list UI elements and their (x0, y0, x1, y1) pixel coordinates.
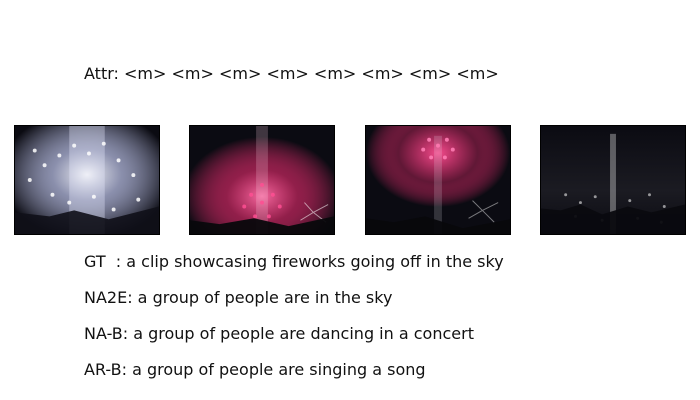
video-frame-3 (365, 125, 511, 235)
video-frame-1 (14, 125, 160, 235)
video-frame-2 (189, 125, 335, 235)
caption-na-b: NA-B: a group of people are dancing in a… (84, 324, 474, 343)
attribute-line: Attr: <m> <m> <m> <m> <m> <m> <m> <m> (84, 64, 499, 83)
fireworks-burst-icon (190, 126, 334, 234)
video-frame-strip (14, 125, 687, 236)
caption-gt: GT : a clip showcasing fireworks going o… (84, 252, 504, 271)
fireworks-burst-icon (541, 126, 685, 234)
video-frame-4 (540, 125, 686, 235)
fireworks-burst-icon (15, 126, 159, 234)
fireworks-burst-icon (366, 126, 510, 234)
caption-ar-b: AR-B: a group of people are singing a so… (84, 360, 426, 379)
caption-na2e: NA2E: a group of people are in the sky (84, 288, 393, 307)
